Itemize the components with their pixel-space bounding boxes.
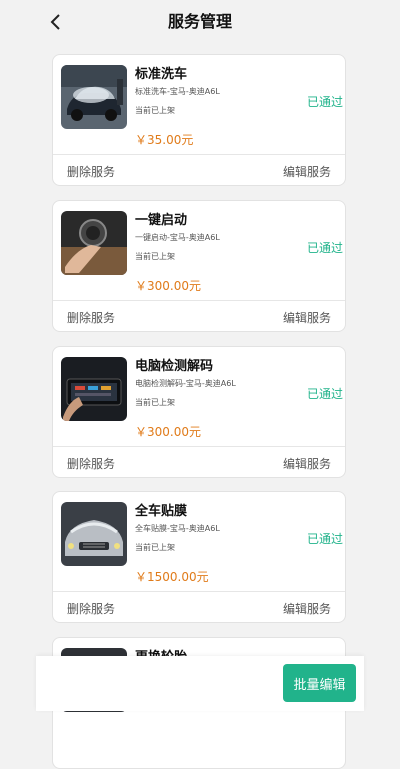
bottom-action-bar: 批量编辑 [36,656,364,711]
approval-status-badge: 已通过 [306,532,343,546]
divider [53,591,345,592]
service-listing-status: 当前已上架 [135,543,175,552]
service-image-push-start [61,211,127,275]
delete-service-button[interactable]: 删除服务 [67,163,115,180]
service-card: 全车贴膜 全车贴膜-宝马-奥迪A6L 当前已上架 已通过 ￥1500.00元 删… [52,491,346,623]
service-card: 标准洗车 标准洗车-宝马-奥迪A6L 当前已上架 已通过 ￥35.00元 删除服… [52,54,346,186]
edit-service-button[interactable]: 编辑服务 [283,455,331,472]
service-image-diagnostic [61,357,127,421]
edit-service-button[interactable]: 编辑服务 [283,600,331,617]
batch-edit-button[interactable]: 批量编辑 [283,664,356,702]
service-price: ￥35.00元 [135,133,194,147]
service-listing-status: 当前已上架 [135,252,175,261]
edit-service-button[interactable]: 编辑服务 [283,309,331,326]
divider [53,300,345,301]
approval-status-badge: 已通过 [306,95,343,109]
service-listing-status: 当前已上架 [135,398,175,407]
edit-service-button[interactable]: 编辑服务 [283,163,331,180]
divider [53,154,345,155]
service-card: 一键启动 一键启动-宝马-奥迪A6L 当前已上架 已通过 ￥300.00元 删除… [52,200,346,332]
service-listing-status: 当前已上架 [135,106,175,115]
service-image-car-wrap [61,502,127,566]
delete-service-button[interactable]: 删除服务 [67,455,115,472]
service-title: 一键启动 [135,213,188,228]
delete-service-button[interactable]: 删除服务 [67,600,115,617]
service-image-car-wash [61,65,127,129]
approval-status-badge: 已通过 [306,387,343,401]
approval-status-badge: 已通过 [306,241,343,255]
divider [53,446,345,447]
service-description: 全车贴膜-宝马-奥迪A6L [135,524,220,533]
service-price: ￥300.00元 [135,425,201,439]
header: 服务管理 [0,0,400,44]
service-description: 一键启动-宝马-奥迪A6L [135,233,220,242]
service-title: 电脑检测解码 [135,359,214,374]
service-price: ￥1500.00元 [135,570,209,584]
service-title: 标准洗车 [135,67,188,82]
service-price: ￥300.00元 [135,279,201,293]
page-title: 服务管理 [167,12,232,31]
service-description: 标准洗车-宝马-奥迪A6L [135,87,220,96]
service-card: 电脑检测解码 电脑检测解码-宝马-奥迪A6L 当前已上架 已通过 ￥300.00… [52,346,346,478]
service-title: 全车贴膜 [135,504,188,519]
service-description: 电脑检测解码-宝马-奥迪A6L [135,379,236,388]
delete-service-button[interactable]: 删除服务 [67,309,115,326]
